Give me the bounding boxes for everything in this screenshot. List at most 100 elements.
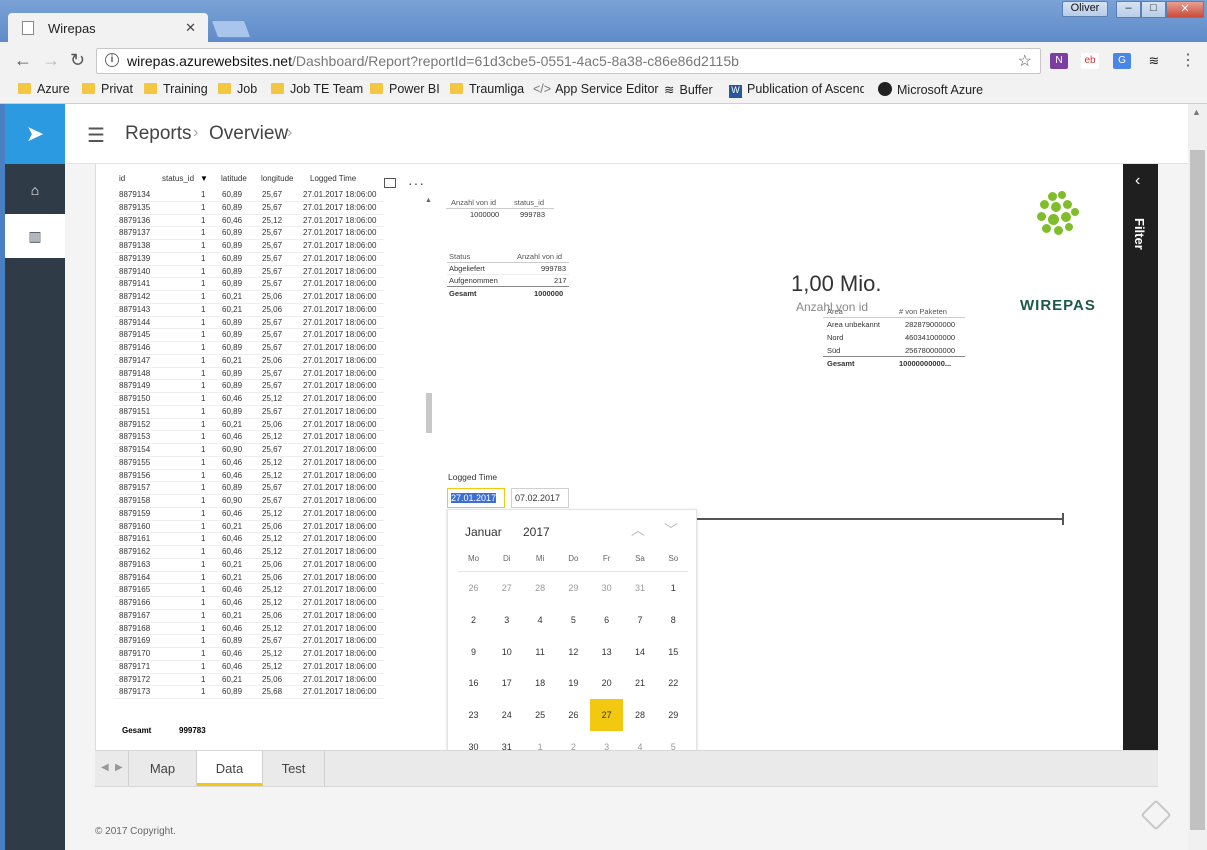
ebay-extension-icon[interactable]: eb xyxy=(1081,53,1099,69)
date-to-input[interactable]: 07.02.2017 xyxy=(511,488,569,508)
table-row[interactable]: 8879168 1 60,46 25,12 27.01.2017 18:06:00 xyxy=(114,623,384,636)
table-row[interactable]: 8879143 1 60,21 25,06 27.01.2017 18:06:00 xyxy=(114,304,384,317)
close-window-button[interactable]: ✕ xyxy=(1166,1,1204,18)
address-bar[interactable]: i wirepas.azurewebsites.net/Dashboard/Re… xyxy=(96,48,1041,74)
table-row[interactable]: 8879170 1 60,46 25,12 27.01.2017 18:06:00 xyxy=(114,648,384,661)
table-row[interactable]: 8879163 1 60,21 25,06 27.01.2017 18:06:00 xyxy=(114,559,384,572)
calendar-day[interactable]: 23 xyxy=(457,699,490,731)
breadcrumb-overview[interactable]: Overview xyxy=(209,123,288,145)
table-row[interactable]: 8879147 1 60,21 25,06 27.01.2017 18:06:00 xyxy=(114,355,384,368)
table-row[interactable]: 8879141 1 60,89 25,67 27.01.2017 18:06:00 xyxy=(114,278,384,291)
reports-chart-icon[interactable]: ▥ xyxy=(5,214,65,258)
bookmark-microsoft-azure[interactable]: Microsoft Azure xyxy=(878,82,983,97)
close-tab-icon[interactable]: ✕ xyxy=(185,20,196,36)
bookmark-traumliga[interactable]: Traumliga xyxy=(450,82,524,96)
calendar-day[interactable]: 15 xyxy=(657,636,690,668)
browser-tab[interactable]: Wirepas ✕ xyxy=(8,13,208,43)
calendar-day[interactable]: 21 xyxy=(624,667,657,699)
table-row[interactable]: 8879166 1 60,46 25,12 27.01.2017 18:06:00 xyxy=(114,597,384,610)
bookmark-azure[interactable]: Azure xyxy=(18,82,70,96)
filter-pane[interactable]: ‹ Filter xyxy=(1123,164,1158,787)
tab-map[interactable]: Map xyxy=(129,751,197,786)
bookmark-star-icon[interactable]: ☆ xyxy=(1018,51,1032,71)
table-row[interactable]: 8879165 1 60,46 25,12 27.01.2017 18:06:00 xyxy=(114,584,384,597)
bookmark-publication[interactable]: W Publication of Ascend xyxy=(729,82,864,98)
bookmark-job-te-team[interactable]: Job TE Team xyxy=(271,82,363,96)
calendar-day[interactable]: 8 xyxy=(657,604,690,636)
chevron-down-icon[interactable]: ﹀ xyxy=(664,520,678,540)
table-row[interactable]: 8879144 1 60,89 25,67 27.01.2017 18:06:00 xyxy=(114,317,384,330)
col-header-logged-time[interactable]: Logged Time xyxy=(310,174,356,183)
chevron-up-icon[interactable]: ︿ xyxy=(631,520,645,540)
table-row[interactable]: 8879171 1 60,46 25,12 27.01.2017 18:06:00 xyxy=(114,661,384,674)
new-tab-button[interactable] xyxy=(210,20,252,38)
onenote-extension-icon[interactable]: N xyxy=(1050,53,1068,69)
table-row[interactable]: 8879150 1 60,46 25,12 27.01.2017 18:06:00 xyxy=(114,393,384,406)
calendar-day[interactable]: 22 xyxy=(657,667,690,699)
table-row[interactable]: 8879145 1 60,89 25,67 27.01.2017 18:06:00 xyxy=(114,329,384,342)
table-row[interactable]: 8879135 1 60,89 25,67 27.01.2017 18:06:00 xyxy=(114,202,384,215)
calendar-day[interactable]: 9 xyxy=(457,636,490,668)
breadcrumb-reports[interactable]: Reports xyxy=(125,123,192,145)
focus-mode-icon[interactable] xyxy=(384,178,396,188)
table-row[interactable]: 8879159 1 60,46 25,12 27.01.2017 18:06:00 xyxy=(114,508,384,521)
calendar-day[interactable]: 26 xyxy=(457,572,490,604)
calendar-day[interactable]: 28 xyxy=(624,699,657,731)
filter-label[interactable]: Filter xyxy=(1132,218,1147,250)
calendar-day[interactable]: 29 xyxy=(657,699,690,731)
bookmark-privat[interactable]: Privat xyxy=(82,82,133,96)
scroll-up-icon[interactable]: ▲ xyxy=(1192,107,1201,117)
home-icon[interactable]: ⌂ xyxy=(5,168,65,212)
calendar-day[interactable]: 28 xyxy=(524,572,557,604)
calendar-day[interactable]: 5 xyxy=(557,604,590,636)
table-row[interactable]: 8879154 1 60,90 25,67 27.01.2017 18:06:00 xyxy=(114,444,384,457)
table-row[interactable]: 8879169 1 60,89 25,67 27.01.2017 18:06:00 xyxy=(114,635,384,648)
info-icon[interactable]: i xyxy=(105,53,119,67)
calendar-day[interactable]: 16 xyxy=(457,667,490,699)
calendar-day[interactable]: 1 xyxy=(657,572,690,604)
table-row[interactable]: 8879146 1 60,89 25,67 27.01.2017 18:06:00 xyxy=(114,342,384,355)
calendar-day[interactable]: 29 xyxy=(557,572,590,604)
table-row[interactable]: 8879156 1 60,46 25,12 27.01.2017 18:06:00 xyxy=(114,470,384,483)
calendar-day[interactable]: 13 xyxy=(590,636,623,668)
table-scrollbar[interactable]: ▲ ▼ xyxy=(425,197,432,760)
table-row[interactable]: 8879142 1 60,21 25,06 27.01.2017 18:06:00 xyxy=(114,291,384,304)
back-icon[interactable]: ← xyxy=(14,50,32,71)
table-row[interactable]: 8879153 1 60,46 25,12 27.01.2017 18:06:00 xyxy=(114,431,384,444)
calendar-day[interactable]: 4 xyxy=(524,604,557,636)
table-row[interactable]: 8879162 1 60,46 25,12 27.01.2017 18:06:00 xyxy=(114,546,384,559)
table-row[interactable]: 8879161 1 60,46 25,12 27.01.2017 18:06:00 xyxy=(114,533,384,546)
calendar-day[interactable]: 26 xyxy=(557,699,590,731)
chevron-left-icon[interactable]: ‹ xyxy=(1135,172,1140,190)
calendar-day[interactable]: 25 xyxy=(524,699,557,731)
page-scrollbar[interactable]: ▲ xyxy=(1188,104,1207,850)
table-row[interactable]: 8879137 1 60,89 25,67 27.01.2017 18:06:00 xyxy=(114,227,384,240)
calendar-day[interactable]: 18 xyxy=(524,667,557,699)
col-header-latitude[interactable]: latitude xyxy=(221,174,247,183)
calendar-day[interactable]: 10 xyxy=(490,636,523,668)
forward-icon[interactable]: → xyxy=(42,50,60,71)
calendar-day[interactable]: 7 xyxy=(624,604,657,636)
paper-plane-icon[interactable]: ➤ xyxy=(5,104,65,164)
page-scroll-thumb[interactable] xyxy=(1190,150,1205,830)
date-from-input[interactable]: 27.01.2017 xyxy=(447,488,505,508)
calendar-day[interactable]: 27 xyxy=(590,699,624,732)
calendar-day[interactable]: 24 xyxy=(490,699,523,731)
bookmark-training[interactable]: Training xyxy=(144,82,208,96)
calendar-day[interactable]: 17 xyxy=(490,667,523,699)
user-profile-button[interactable]: Oliver xyxy=(1062,1,1108,17)
reload-icon[interactable]: ↻ xyxy=(70,50,85,71)
calendar-day[interactable]: 20 xyxy=(590,667,623,699)
table-row[interactable]: 8879136 1 60,46 25,12 27.01.2017 18:06:00 xyxy=(114,215,384,228)
bookmark-power-bi[interactable]: Power BI xyxy=(370,82,440,96)
calendar-day[interactable]: 12 xyxy=(557,636,590,668)
bookmark-app-service-editor[interactable]: </> App Service Editor xyxy=(533,82,659,96)
calendar-day[interactable]: 19 xyxy=(557,667,590,699)
tab-test[interactable]: Test xyxy=(263,751,325,786)
table-row[interactable]: 8879148 1 60,89 25,67 27.01.2017 18:06:00 xyxy=(114,368,384,381)
table-row[interactable]: 8879138 1 60,89 25,67 27.01.2017 18:06:00 xyxy=(114,240,384,253)
menu-icon[interactable]: ⋮ xyxy=(1180,50,1196,70)
table-row[interactable]: 8879172 1 60,21 25,06 27.01.2017 18:06:00 xyxy=(114,674,384,687)
slider-end-handle[interactable] xyxy=(1062,513,1064,525)
buffer-extension-icon[interactable]: ≋ xyxy=(1145,53,1163,69)
